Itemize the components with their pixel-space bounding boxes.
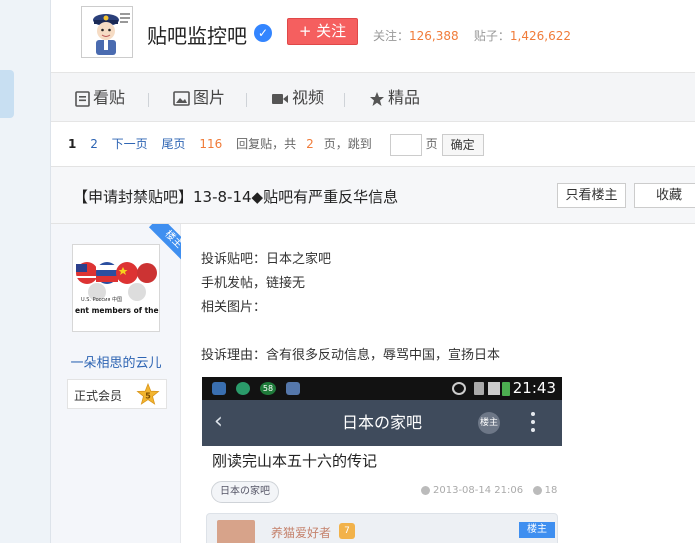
app-bar: ‹ 日本の家吧 楼主 [202,400,562,446]
police-mascot-icon [82,7,132,57]
phone-status-bar: 58 21:43 [202,377,562,400]
rank-label: 正式会员 [74,389,123,403]
post-count-label: 贴子： [473,29,510,43]
page-2-link[interactable]: 2 [90,137,98,151]
verified-icon: ✓ [254,24,272,42]
battery-icon [502,382,510,396]
reply-count: 116 [199,137,223,151]
total-pages: 2 [306,137,314,151]
next-page-link[interactable]: 下一页 [112,137,148,151]
flags-avatar-icon: U.S. Россия 中国 ent members of the U.N [73,245,160,331]
jump-confirm-button[interactable]: 确定 [441,133,484,156]
embedded-post-meta: 2013-08-14 21:06 18 [421,485,557,496]
forum-page: 贴吧监控吧 ✓ + 关注 关注：126,388 贴子：1,426,622 看贴 … [50,0,695,543]
status-app-icon [212,382,226,395]
comment-icon [532,485,542,495]
signal-icon [488,382,500,395]
status-time: 21:43 [512,379,556,397]
pagination: 1 2 下一页 尾页 116 回复贴，共 2 页，跳到 页确定 [68,133,494,157]
tab-featured-label: 精品 [388,88,421,107]
document-icon [75,90,90,107]
member-rank: 正式会员 5 [67,379,167,409]
avatar-caption-1: U.S. Россия 中国 [81,296,122,303]
level-number: 5 [145,392,151,401]
complaint-reason-line: 投诉理由：含有很多反动信息，辱骂中国，宣扬日本 [201,348,501,363]
post-content: 投诉贴吧：日本之家吧 手机发帖，链接无 相关图片： 投诉理由：含有很多反动信息，… [201,248,500,368]
app-bar-title: 日本の家吧 [341,413,422,432]
reply-level: 7 [339,523,355,539]
complaint-source-line: 手机发帖，链接无 [201,276,306,291]
image-icon [173,91,190,106]
level-star-icon: 5 [136,383,160,405]
network-icon [474,382,484,395]
forum-title[interactable]: 贴吧监控吧 [147,20,247,49]
thread-title: 【申请封禁贴吧】13-8-14◆贴吧有严重反华信息 [73,188,399,206]
tab-images[interactable]: 图片 [173,73,225,123]
avatar-caption-2: ent members of the U.N [75,306,160,315]
forum-nav: 看贴 图片 视频 精品 [51,72,695,122]
author-column: 楼主 U.S. Россия 中国 ent members of the U.N… [51,224,181,543]
thread-title-bar: 【申请封禁贴吧】13-8-14◆贴吧有严重反华信息 只看楼主 收藏 [51,166,695,224]
embedded-post-date: 2013-08-14 21:06 [433,485,524,496]
author-name[interactable]: 一朵相思的云儿 [51,352,181,371]
forum-stats: 关注：126,388 贴子：1,426,622 [373,27,571,44]
reply-avatar [217,520,255,543]
page-jump-input[interactable] [389,133,422,156]
favorite-button[interactable]: 收藏 [634,183,695,208]
jump-text: 页，跳到 [323,137,372,151]
video-icon [272,93,288,104]
forum-avatar[interactable] [81,6,133,58]
star-icon [370,91,384,106]
page-unit: 页 [425,137,438,151]
clock-icon [421,485,430,495]
tab-images-label: 图片 [193,88,226,107]
forum-header: 贴吧监控吧 ✓ + 关注 关注：126,388 贴子：1,426,622 [51,0,695,72]
follow-count: 126,388 [409,29,459,43]
side-tab[interactable] [0,70,14,118]
reply-username: 养猫爱好者 [271,526,332,540]
status-badge-icon: 58 [260,382,276,395]
tab-featured[interactable]: 精品 [369,73,420,123]
reply-text: 回复贴，共 [236,137,297,151]
post-image[interactable]: 58 21:43 ‹ 日本の家吧 楼主 刚读完山本五十六的传记 日本の家吧 20… [202,377,562,543]
status-shield-icon [236,382,250,395]
status-message-icon [286,382,300,395]
related-images-line: 相关图片： [201,300,267,315]
embedded-post-title: 刚读完山本五十六的传记 [212,452,378,470]
tab-posts-label: 看贴 [93,88,126,107]
overflow-menu-icon [530,412,536,434]
tab-video[interactable]: 视频 [271,73,324,123]
nav-divider [148,93,149,107]
complaint-forum-line: 投诉贴吧：日本之家吧 [201,252,332,267]
post-count: 1,426,622 [509,29,571,43]
author-avatar[interactable]: U.S. Россия 中国 ent members of the U.N [72,244,160,332]
nav-divider [246,93,247,107]
tab-video-label: 视频 [292,88,325,107]
embedded-reply-count: 18 [544,485,558,496]
embedded-reply: 养猫爱好者 7 楼主 [206,513,558,543]
reply-op-badge: 楼主 [519,522,555,538]
app-bar-badge: 楼主 [478,412,500,434]
left-margin [0,0,50,543]
follow-count-label: 关注： [373,29,410,43]
tab-posts[interactable]: 看贴 [75,73,125,123]
only-author-button[interactable]: 只看楼主 [557,183,626,208]
page-current: 1 [68,137,77,151]
nav-divider [344,93,345,107]
embedded-forum-tag: 日本の家吧 [211,481,279,503]
last-page-link[interactable]: 尾页 [162,137,186,151]
follow-button[interactable]: + 关注 [287,18,358,45]
alarm-icon [452,382,466,395]
